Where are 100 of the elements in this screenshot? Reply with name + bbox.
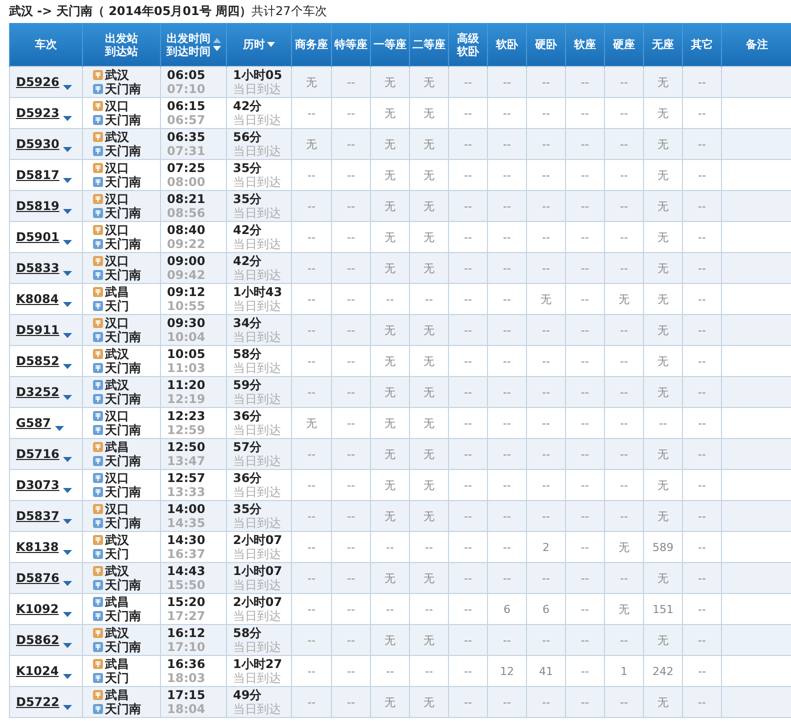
arrival-station: 天门南 (105, 391, 141, 408)
seat-availability: -- (542, 230, 550, 244)
departure-station: 武汉 (105, 128, 129, 144)
seat-availability: -- (464, 416, 472, 430)
seat-availability: 无 (658, 634, 668, 646)
seat-availability: -- (464, 292, 472, 306)
seat-availability: -- (581, 448, 589, 460)
seat-availability: 无 (658, 448, 668, 460)
seat-availability: -- (698, 478, 706, 492)
seat-availability: 无 (424, 168, 434, 182)
seat-availability: -- (620, 200, 628, 212)
seat-availability: -- (542, 448, 550, 460)
seat-availability: -- (503, 572, 511, 584)
departure-time: 12:50 (167, 440, 206, 454)
caret-down-icon[interactable] (63, 240, 72, 244)
seat-availability: 无 (658, 200, 668, 212)
sort-down-icon[interactable] (212, 46, 220, 51)
caret-down-icon[interactable] (63, 456, 72, 462)
caret-down-icon[interactable] (62, 550, 72, 554)
departure-time: 11:20 (167, 378, 206, 392)
caret-down-icon[interactable] (63, 84, 72, 90)
caret-down-icon[interactable] (63, 208, 72, 214)
caret-down-icon[interactable] (63, 146, 72, 152)
station-badge-icon (93, 146, 103, 156)
column-header: 特等座 (334, 38, 368, 51)
caret-down-icon[interactable] (54, 426, 64, 430)
duration: 42分 (233, 223, 263, 237)
departure-station: 武汉 (105, 66, 129, 82)
column-header: 商务座 (295, 38, 328, 51)
seat-availability: 无 (384, 448, 396, 460)
arrival-time: 09:42 (167, 268, 206, 282)
caret-down-icon[interactable] (63, 704, 72, 710)
seat-availability: 无 (424, 448, 434, 460)
seat-availability: -- (308, 292, 316, 306)
seat-availability: -- (347, 262, 355, 274)
seat-availability: -- (581, 416, 589, 430)
seat-availability: -- (464, 324, 472, 336)
departure-station: 汉口 (105, 160, 129, 176)
caret-down-icon[interactable] (63, 488, 72, 492)
departure-station: 武汉 (105, 376, 129, 392)
seat-availability: -- (464, 634, 472, 646)
caret-down-icon[interactable] (63, 332, 72, 338)
departure-time: 09:00 (167, 254, 206, 268)
seat-availability: 无 (384, 510, 396, 522)
seat-availability: -- (503, 262, 511, 274)
arrival-day: 当日到达 (233, 454, 291, 468)
caret-down-icon[interactable] (63, 270, 72, 276)
seat-availability: -- (581, 292, 589, 306)
caret-down-icon[interactable] (62, 674, 72, 678)
seat-availability: 无 (658, 478, 668, 492)
departure-time: 14:30 (167, 533, 206, 547)
seat-availability: -- (464, 200, 472, 212)
seat-availability: -- (581, 572, 589, 584)
seat-availability: -- (620, 696, 628, 708)
seat-availability: -- (347, 448, 355, 460)
arrival-station: 天门 (105, 670, 129, 686)
seat-availability: -- (464, 138, 472, 150)
seat-availability: 无 (658, 138, 668, 150)
caret-down-icon[interactable] (63, 116, 72, 120)
arrival-day: 当日到达 (233, 485, 291, 499)
caret-down-icon[interactable] (63, 642, 72, 648)
caret-down-icon[interactable] (63, 178, 72, 182)
seat-availability: -- (542, 76, 550, 88)
seat-availability: 无 (424, 200, 434, 212)
caret-down-icon[interactable] (63, 364, 72, 368)
caret-down-icon[interactable] (62, 612, 72, 616)
departure-time: 08:40 (167, 223, 206, 237)
caret-down-icon[interactable] (63, 518, 72, 524)
duration: 1小时27 (233, 657, 284, 671)
seat-availability: -- (542, 106, 550, 120)
seat-availability: -- (386, 292, 394, 306)
seat-availability: -- (581, 200, 589, 212)
seat-availability: -- (698, 634, 706, 646)
caret-down-icon[interactable] (63, 580, 72, 586)
caret-down-icon[interactable] (62, 302, 72, 306)
seat-availability: 无 (658, 230, 668, 244)
seat-availability: 无 (658, 262, 668, 274)
arrival-time: 15:50 (167, 578, 206, 592)
arrival-station: 天门南 (105, 143, 141, 160)
departure-time: 17:15 (167, 688, 206, 702)
duration: 58分 (233, 347, 263, 361)
seat-availability: -- (347, 416, 355, 430)
seat-availability: -- (620, 572, 628, 584)
seat-availability: -- (698, 386, 706, 398)
caret-down-icon[interactable] (63, 394, 72, 400)
station-badge-icon (93, 177, 103, 187)
seat-availability: -- (464, 386, 472, 398)
arrival-time: 06:57 (167, 113, 206, 127)
seat-availability: -- (308, 230, 316, 244)
duration: 35分 (233, 192, 263, 206)
seat-availability: -- (347, 386, 355, 398)
sort-down-icon[interactable] (267, 42, 275, 47)
seat-availability: 无 (384, 168, 396, 182)
arrival-time: 10:55 (167, 299, 206, 313)
seat-availability: -- (425, 602, 433, 616)
arrival-station: 天门南 (105, 205, 141, 222)
seat-availability: 2 (542, 540, 550, 554)
arrival-time: 16:37 (167, 547, 206, 561)
seat-availability: 无 (658, 106, 668, 120)
seat-availability: -- (347, 572, 355, 584)
